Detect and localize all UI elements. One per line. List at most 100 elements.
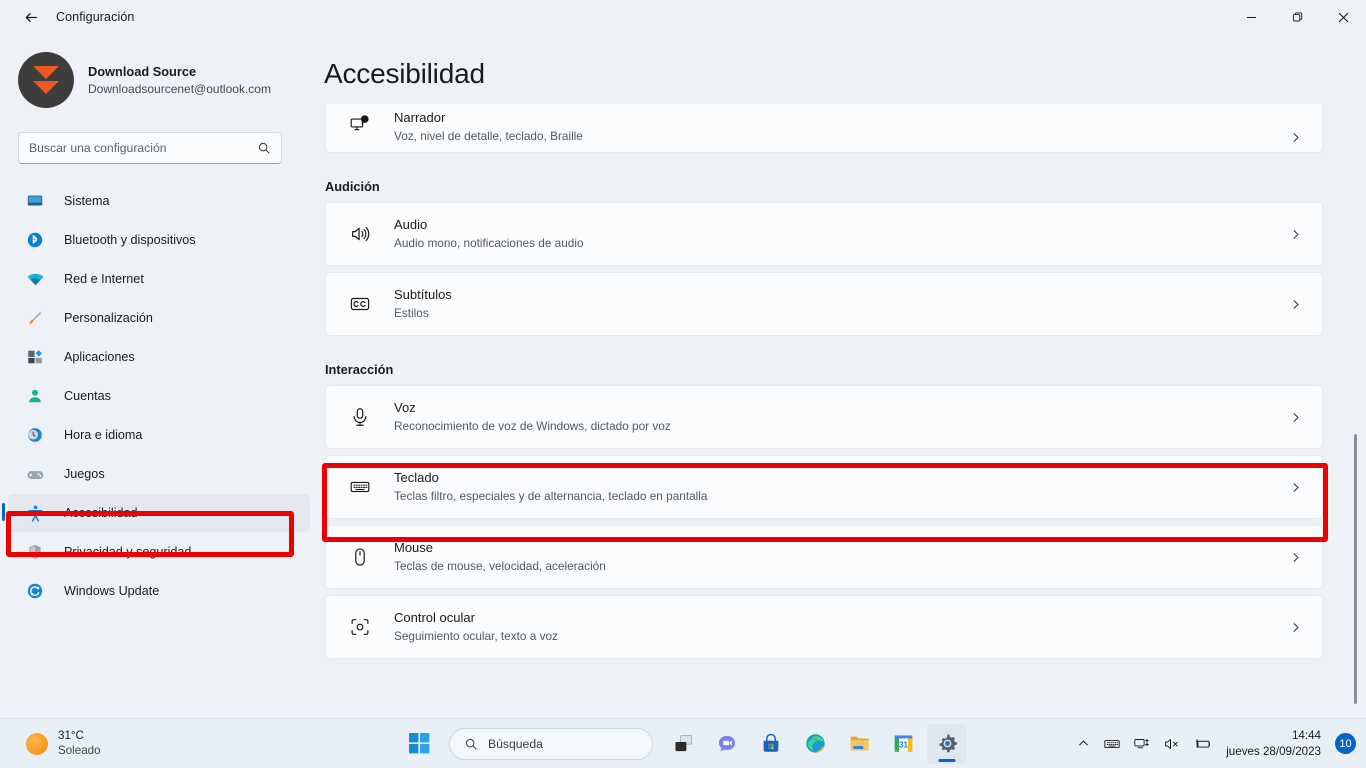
- sidebar-item-sistema[interactable]: Sistema: [8, 182, 310, 220]
- chat-icon[interactable]: [707, 724, 747, 764]
- sidebar-item-bluetooth[interactable]: Bluetooth y dispositivos: [8, 221, 310, 259]
- clock-globe-icon: [24, 425, 46, 445]
- card-title: Teclado: [394, 469, 439, 485]
- sidebar-item-aplicaciones[interactable]: Aplicaciones: [8, 338, 310, 376]
- calendar-icon[interactable]: 31: [883, 724, 923, 764]
- sidebar-item-label: Bluetooth y dispositivos: [64, 233, 196, 247]
- taskbar-center: Búsqueda 31: [399, 723, 967, 764]
- card-teclado[interactable]: Teclado Teclas filtro, especiales y de a…: [325, 455, 1323, 519]
- titlebar: Configuración: [0, 0, 1366, 34]
- maximize-button[interactable]: [1274, 0, 1320, 34]
- microphone-icon: [340, 397, 380, 437]
- card-subtitle: Voz, nivel de detalle, teclado, Braille: [394, 128, 583, 143]
- card-subtitle: Reconocimiento de voz de Windows, dictad…: [394, 418, 671, 433]
- file-explorer-icon[interactable]: [839, 724, 879, 764]
- accessibility-icon: [24, 503, 46, 523]
- card-subtitle: Estilos: [394, 305, 429, 320]
- sidebar-item-label: Hora e idioma: [64, 428, 143, 442]
- avatar: [18, 52, 74, 108]
- back-button[interactable]: [14, 1, 48, 33]
- ime-keyboard-icon[interactable]: [1098, 727, 1126, 761]
- sidebar: Download Source Downloadsourcenet@outloo…: [0, 34, 320, 718]
- taskbar: 31°C Soleado Búsqueda 31 14:44 jueves 28…: [0, 718, 1366, 768]
- chevron-right-icon: [1289, 228, 1302, 241]
- card-subtitulos[interactable]: Subtítulos Estilos: [325, 272, 1323, 336]
- minimize-button[interactable]: [1228, 0, 1274, 34]
- person-icon: [24, 386, 46, 406]
- chevron-up-icon[interactable]: [1070, 727, 1096, 761]
- gamepad-icon: [24, 464, 46, 484]
- card-audio[interactable]: Audio Audio mono, notificaciones de audi…: [325, 202, 1323, 266]
- sidebar-item-label: Aplicaciones: [64, 350, 135, 364]
- notification-badge[interactable]: 10: [1335, 733, 1356, 754]
- settings-search[interactable]: [18, 132, 282, 164]
- account-name: Download Source: [88, 64, 197, 80]
- bluetooth-icon: [24, 230, 46, 250]
- system-tray: 14:44 jueves 28/09/2023 10: [1070, 727, 1356, 761]
- main-content: Accesibilidad Narrador Voz, nivel de det…: [320, 34, 1366, 718]
- battery-charging-icon[interactable]: [1188, 727, 1218, 761]
- update-icon: [24, 581, 46, 601]
- speaker-icon: [340, 214, 380, 254]
- chevron-right-icon: [1289, 131, 1302, 144]
- card-narrador[interactable]: Narrador Voz, nivel de detalle, teclado,…: [325, 104, 1323, 153]
- card-title: Narrador: [394, 109, 446, 125]
- search-input[interactable]: [29, 141, 257, 155]
- eye-control-icon: [340, 607, 380, 647]
- card-subtitle: Audio mono, notificaciones de audio: [394, 235, 584, 250]
- sidebar-item-label: Juegos: [64, 467, 105, 481]
- window-controls: [1228, 0, 1366, 34]
- sidebar-item-hora[interactable]: Hora e idioma: [8, 416, 310, 454]
- card-title: Subtítulos: [394, 286, 452, 302]
- scrollbar-thumb[interactable]: [1354, 434, 1357, 704]
- sidebar-item-label: Privacidad y seguridad: [64, 545, 192, 559]
- svg-text:31: 31: [899, 741, 908, 750]
- page-title: Accesibilidad: [324, 58, 485, 89]
- clock-time: 14:44: [1291, 729, 1321, 743]
- sidebar-item-privacidad[interactable]: Privacidad y seguridad: [8, 533, 310, 571]
- sidebar-item-accesibilidad[interactable]: Accesibilidad: [2, 494, 310, 532]
- keyboard-icon: [340, 467, 380, 507]
- apps-icon: [24, 347, 46, 367]
- weather-condition: Soleado: [58, 743, 101, 757]
- clock-date: jueves 28/09/2023: [1226, 744, 1321, 758]
- card-title: Mouse: [394, 539, 434, 555]
- weather-temperature: 31°C: [58, 729, 84, 743]
- sidebar-item-personalizacion[interactable]: Personalización: [8, 299, 310, 337]
- search-icon: [257, 141, 271, 155]
- start-button[interactable]: [399, 724, 439, 764]
- card-title: Voz: [394, 399, 416, 415]
- card-mouse[interactable]: Mouse Teclas de mouse, velocidad, aceler…: [325, 525, 1323, 589]
- sidebar-item-windows-update[interactable]: Windows Update: [8, 572, 310, 610]
- sidebar-item-cuentas[interactable]: Cuentas: [8, 377, 310, 415]
- speaker-muted-icon[interactable]: [1158, 727, 1186, 761]
- network-icon[interactable]: [1128, 727, 1156, 761]
- task-view-icon[interactable]: [663, 724, 703, 764]
- taskbar-search[interactable]: Búsqueda: [449, 727, 653, 760]
- chevron-right-icon: [1289, 551, 1302, 564]
- weather-widget[interactable]: 31°C Soleado: [18, 725, 109, 762]
- sidebar-item-red[interactable]: Red e Internet: [8, 260, 310, 298]
- sidebar-item-label: Personalización: [64, 311, 153, 325]
- edge-icon[interactable]: [795, 724, 835, 764]
- settings-icon[interactable]: [927, 723, 967, 764]
- chevron-right-icon: [1289, 298, 1302, 311]
- wifi-icon: [24, 269, 46, 289]
- card-voz[interactable]: Voz Reconocimiento de voz de Windows, di…: [325, 385, 1323, 449]
- settings-window: Configuración Download Source Downloadso…: [0, 0, 1366, 768]
- content-scrollbar[interactable]: [1350, 104, 1362, 718]
- card-control-ocular[interactable]: Control ocular Seguimiento ocular, texto…: [325, 595, 1323, 659]
- microsoft-store-icon[interactable]: [751, 724, 791, 764]
- taskbar-search-label: Búsqueda: [488, 736, 543, 751]
- sidebar-item-label: Cuentas: [64, 389, 111, 403]
- sidebar-nav: Sistema Bluetooth y dispositivos Red e I…: [0, 182, 320, 610]
- settings-scroll-area: Narrador Voz, nivel de detalle, teclado,…: [320, 104, 1366, 718]
- account-section[interactable]: Download Source Downloadsourcenet@outloo…: [18, 50, 320, 110]
- clock[interactable]: 14:44 jueves 28/09/2023: [1220, 728, 1329, 758]
- shield-icon: [24, 542, 46, 562]
- closed-caption-icon: [340, 284, 380, 324]
- sun-icon: [26, 732, 48, 755]
- close-button[interactable]: [1320, 0, 1366, 34]
- sidebar-item-juegos[interactable]: Juegos: [8, 455, 310, 493]
- card-subtitle: Seguimiento ocular, texto a voz: [394, 628, 558, 643]
